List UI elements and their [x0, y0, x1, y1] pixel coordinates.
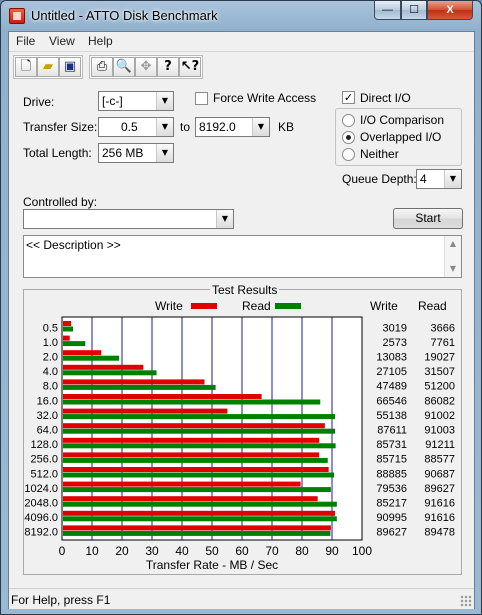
- write-bar: [63, 321, 72, 326]
- read-value: 19027: [424, 352, 455, 364]
- write-value: 90995: [376, 512, 407, 524]
- x-axis-label: Transfer Rate - MB / Sec: [146, 558, 278, 572]
- write-value: 47489: [376, 381, 407, 393]
- write-bar: [63, 467, 329, 472]
- write-value: 55138: [376, 410, 407, 422]
- read-value: 51200: [424, 381, 455, 393]
- read-value: 86082: [424, 395, 455, 407]
- x-tick-label: 80: [295, 544, 309, 558]
- category-label: 1024.0: [24, 483, 58, 495]
- category-label: 8.0: [43, 381, 58, 393]
- read-bar: [63, 414, 336, 420]
- transfer-rate-chart: 0 10 20 30 40 50 60 70 80 90 100 Transfer Rate - MB…: [24, 316, 455, 572]
- category-label: 64.0: [37, 425, 58, 437]
- read-bar: [63, 384, 216, 390]
- read-bar: [63, 341, 86, 347]
- read-value: 89627: [424, 483, 455, 495]
- write-value: 88885: [376, 468, 407, 480]
- category-label: 512.0: [30, 468, 58, 480]
- read-bar: [63, 457, 328, 463]
- read-value: 91616: [424, 498, 455, 510]
- write-value: 85715: [376, 454, 407, 466]
- read-bar: [63, 326, 73, 332]
- write-value: 85217: [376, 498, 407, 510]
- write-value: 89627: [376, 527, 407, 539]
- read-value: 7761: [431, 337, 455, 349]
- read-bar: [63, 487, 331, 493]
- read-bar: [63, 370, 157, 376]
- write-bar: [63, 335, 70, 341]
- write-value: 79536: [376, 483, 407, 495]
- read-bar: [63, 443, 336, 449]
- read-value: 88577: [424, 454, 455, 466]
- category-label: 4.0: [43, 366, 58, 378]
- read-bar: [63, 472, 335, 478]
- category-label: 2.0: [43, 352, 58, 364]
- close-button[interactable]: X: [427, 1, 473, 20]
- category-label: 0.5: [43, 322, 58, 334]
- read-value: 91616: [424, 512, 455, 524]
- minimize-button[interactable]: —: [374, 1, 401, 20]
- write-bar: [63, 525, 331, 531]
- write-bar: [63, 350, 102, 356]
- write-value: 85731: [376, 439, 407, 451]
- write-bar: [63, 452, 320, 458]
- read-bar: [63, 399, 321, 405]
- read-value: 3666: [431, 322, 455, 334]
- write-value: 66546: [376, 395, 407, 407]
- write-bar: [63, 437, 320, 443]
- resize-grip[interactable]: [460, 595, 472, 607]
- read-value: 91003: [424, 425, 455, 437]
- write-value: 87611: [377, 425, 407, 437]
- title-bar[interactable]: Untitled - ATTO Disk Benchmark — ☐ X: [1, 1, 481, 31]
- x-tick-label: 100: [352, 544, 372, 558]
- category-label: 8192.0: [24, 527, 58, 539]
- category-label: 16.0: [37, 395, 58, 407]
- x-tick-label: 10: [85, 544, 99, 558]
- window-title: Untitled - ATTO Disk Benchmark: [31, 8, 218, 23]
- write-value: 13083: [376, 352, 407, 364]
- read-value: 90687: [424, 468, 455, 480]
- write-value: 27105: [376, 366, 407, 378]
- category-label: 2048.0: [24, 498, 58, 510]
- write-bar: [63, 481, 301, 487]
- read-bar: [63, 530, 331, 536]
- read-bar: [63, 501, 337, 507]
- write-bar: [63, 394, 262, 399]
- x-tick-label: 0: [59, 544, 66, 558]
- category-label: 4096.0: [24, 512, 58, 524]
- write-bar: [63, 423, 325, 429]
- client-area: File View Help 🗋 ▰ ▣ ⎙ �: [8, 31, 475, 609]
- write-bar: [63, 379, 205, 385]
- x-tick-label: 30: [145, 544, 159, 558]
- app-window: Untitled - ATTO Disk Benchmark — ☐ X Fil…: [0, 0, 482, 615]
- write-bar: [63, 496, 318, 502]
- status-text: For Help, press F1: [11, 593, 111, 607]
- x-tick-label: 50: [205, 544, 219, 558]
- x-tick-label: 20: [115, 544, 129, 558]
- status-bar: For Help, press F1: [9, 588, 474, 609]
- write-bar: [63, 510, 335, 516]
- write-bar: [63, 408, 228, 414]
- write-bar: [63, 364, 144, 370]
- read-bar: [63, 428, 336, 434]
- read-bar: [63, 355, 120, 361]
- read-value: 89478: [424, 527, 455, 539]
- read-value: 91211: [425, 439, 455, 451]
- x-tick-label: 90: [325, 544, 339, 558]
- x-tick-label: 70: [265, 544, 279, 558]
- category-label: 1.0: [43, 337, 58, 349]
- write-value: 3019: [383, 322, 407, 334]
- maximize-button[interactable]: ☐: [401, 1, 427, 20]
- category-label: 128.0: [30, 439, 58, 451]
- category-label: 32.0: [37, 410, 58, 422]
- read-value: 91002: [424, 410, 455, 422]
- category-label: 256.0: [30, 454, 58, 466]
- read-bar: [63, 516, 337, 522]
- x-tick-label: 60: [235, 544, 249, 558]
- x-tick-label: 40: [175, 544, 189, 558]
- write-value: 2573: [383, 337, 407, 349]
- app-icon: [9, 8, 25, 24]
- read-value: 31507: [424, 366, 455, 378]
